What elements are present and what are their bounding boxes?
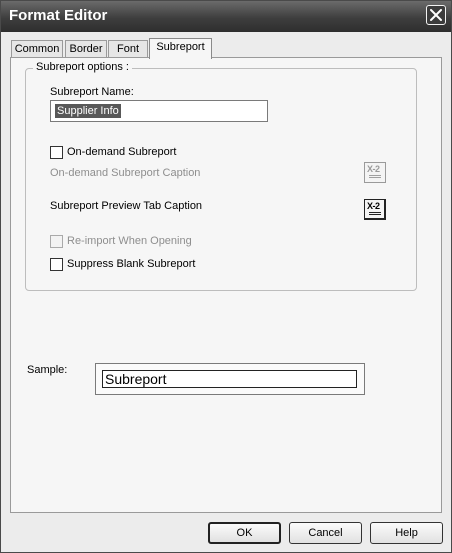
tab-subreport[interactable]: Subreport [149,38,212,59]
help-button[interactable]: Help [370,522,443,544]
reimport-checkbox[interactable] [50,235,63,248]
formula-pencil-icon [369,175,381,178]
subreport-name-input[interactable]: Supplier Info [50,100,268,122]
cancel-button[interactable]: Cancel [289,522,362,544]
subreport-options-legend: Subreport options : [33,61,132,73]
sample-preview: Subreport [95,363,365,395]
preview-caption-formula-button[interactable]: X-2 [364,199,386,220]
window-title: Format Editor [9,7,108,24]
sample-label: Sample: [27,364,68,376]
tab-font-label: Font [116,43,139,55]
formula-icon: X-2 [367,164,380,174]
tab-font[interactable]: Font [108,40,148,57]
formula-pencil-icon [369,212,381,215]
formula-icon: X-2 [367,201,380,211]
on-demand-subreport-checkbox[interactable] [50,146,63,159]
subreport-name-label: Subreport Name: [50,86,134,98]
suppress-blank-label[interactable]: Suppress Blank Subreport [67,258,195,270]
reimport-label: Re-import When Opening [67,235,192,247]
tab-common-label: Common [14,43,60,55]
close-button[interactable] [426,5,446,25]
tab-common[interactable]: Common [11,40,63,57]
on-demand-subreport-label[interactable]: On-demand Subreport [67,146,176,158]
subreport-name-value: Supplier Info [55,104,121,118]
tab-subreport-label: Subreport [156,41,205,53]
on-demand-caption-formula-button[interactable]: X-2 [364,162,386,183]
sample-preview-text: Subreport [102,370,357,388]
tab-border-label: Border [69,43,103,55]
close-icon [430,9,442,21]
ok-button[interactable]: OK [208,522,281,544]
title-bar[interactable]: Format Editor [1,1,451,32]
format-editor-window: Format Editor Common Border Font Subrepo… [0,0,452,553]
tab-border[interactable]: Border [65,40,107,57]
on-demand-caption-label: On-demand Subreport Caption [50,167,201,179]
preview-tab-caption-label: Subreport Preview Tab Caption [50,200,203,212]
suppress-blank-checkbox[interactable] [50,258,63,271]
